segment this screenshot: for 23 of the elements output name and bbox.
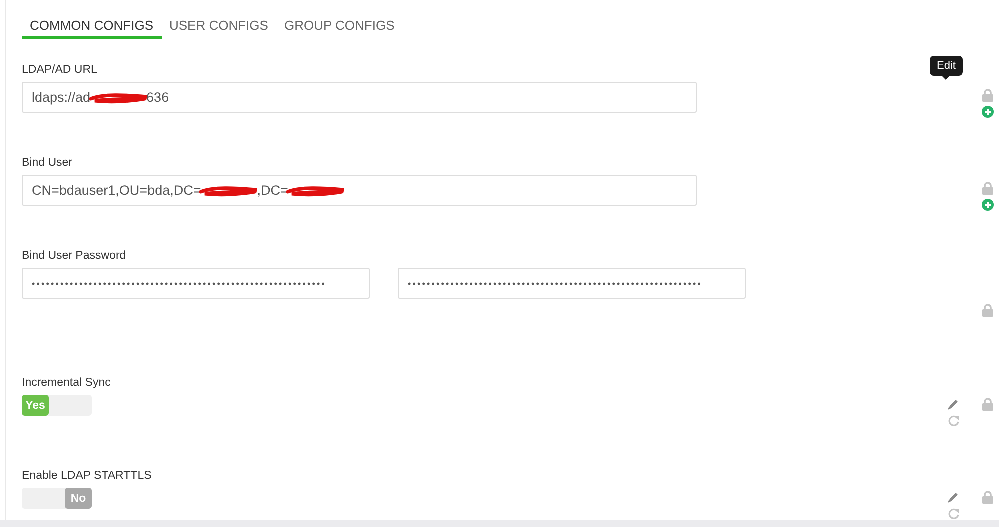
password-field[interactable]: •••••••••••••••••••••••••••••••••••••••••••••••••••••••••••••• (398, 268, 746, 299)
field-label: Bind User (22, 157, 74, 171)
input-field[interactable]: CN=bdauser1,OU=bda,DC= ,DC= (22, 175, 697, 206)
lock-icon[interactable] (982, 491, 994, 504)
field-label: LDAP/AD URL (22, 64, 98, 78)
pencil-icon[interactable] (947, 398, 960, 411)
add-icon[interactable] (982, 199, 994, 211)
field-label: Bind User Password (22, 250, 128, 264)
password-field[interactable]: •••••••••••••••••••••••••••••••••••••••••••••••••••••••••••••• (22, 268, 370, 299)
lock-icon[interactable] (982, 89, 994, 102)
refresh-icon[interactable] (948, 415, 960, 427)
field-label: Incremental Sync (22, 377, 112, 391)
refresh-icon[interactable] (948, 508, 960, 520)
pencil-icon[interactable] (947, 491, 960, 504)
input-field[interactable]: ldaps://ad 636 (22, 82, 697, 113)
lock-icon[interactable] (982, 304, 994, 317)
add-icon[interactable] (982, 106, 994, 118)
lock-icon[interactable] (982, 182, 994, 195)
tab[interactable]: COMMON CONFIGS (22, 15, 162, 39)
lock-icon[interactable] (982, 398, 994, 411)
tab[interactable]: GROUP CONFIGS (276, 15, 403, 39)
field-label: Enable LDAP STARTTLS (22, 470, 153, 484)
tab[interactable]: USER CONFIGS (162, 15, 276, 39)
